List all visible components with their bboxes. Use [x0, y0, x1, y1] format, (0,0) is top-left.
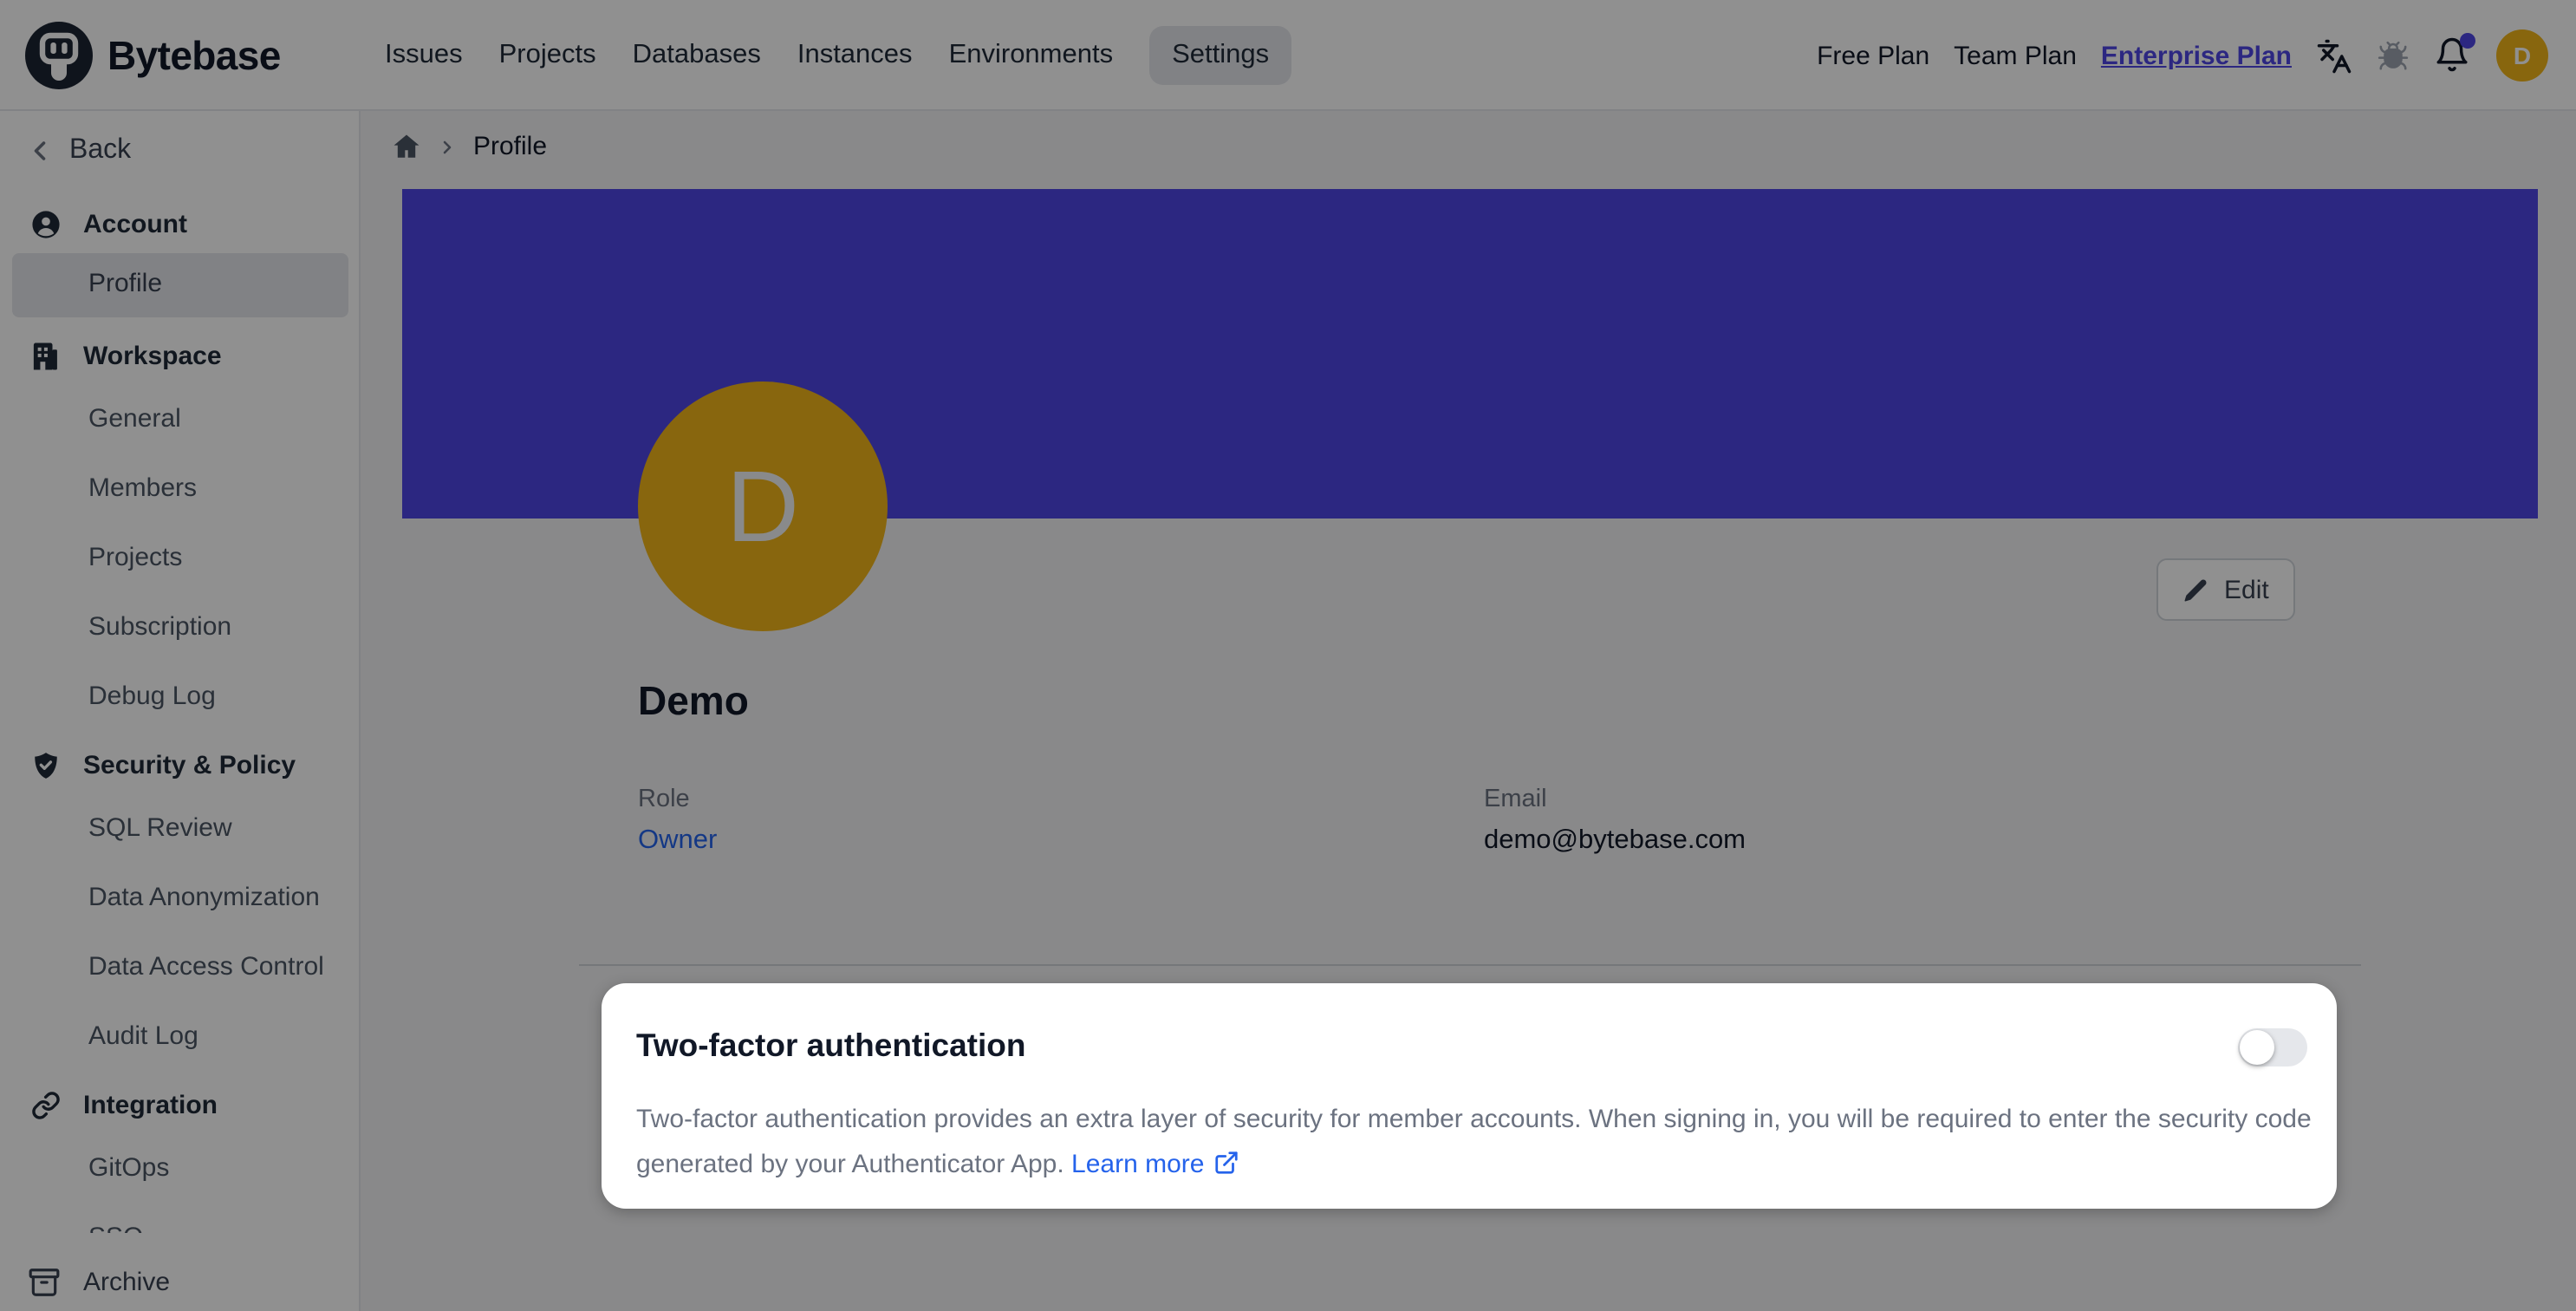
two-factor-toggle[interactable]	[2238, 1028, 2307, 1066]
learn-more-link[interactable]: Learn more	[1071, 1150, 1239, 1179]
description-line-1: Two-factor authentication provides an ex…	[636, 1098, 2297, 1143]
bytebase-app: Profile D Edit Demo Role Owner Email dem…	[0, 0, 2576, 1311]
two-factor-title: Two-factor authentication	[636, 1027, 1026, 1065]
description-line-2: generated by your Authenticator App. Lea…	[636, 1143, 2297, 1188]
two-factor-description: Two-factor authentication provides an ex…	[636, 1098, 2297, 1188]
external-link-icon	[1213, 1150, 1239, 1176]
toggle-knob	[2240, 1030, 2274, 1065]
two-factor-card: Two-factor authentication Two-factor aut…	[602, 983, 2337, 1209]
